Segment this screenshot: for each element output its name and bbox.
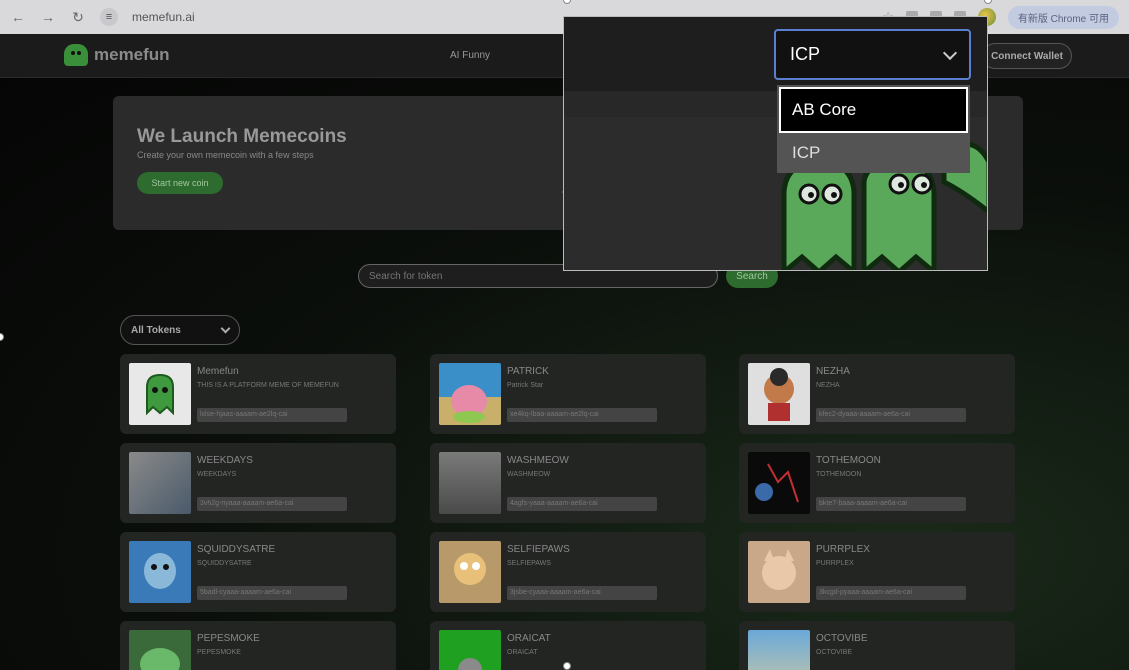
token-name: SQUIDDYSATRE: [197, 544, 276, 555]
token-image: [748, 541, 810, 603]
token-card[interactable]: SELFIEPAWS SELFIEPAWS 3jsbe-cyaaa-aaaam-…: [430, 532, 706, 612]
nav-link-ai-funny[interactable]: AI Funny: [450, 50, 490, 61]
token-image: [439, 452, 501, 514]
token-card[interactable]: NEZHA NEZHA kfec2-dyaaa-aaaam-ae6a-cai: [739, 354, 1015, 434]
token-image: [129, 541, 191, 603]
token-address[interactable]: xe4kq-lbaa-aaaam-ae2lq-cai: [507, 408, 657, 422]
token-name: Memefun: [197, 366, 239, 377]
token-description: Patrick Star: [507, 382, 544, 389]
token-card[interactable]: SQUIDDYSATRE SQUIDDYSATRE 5badl-cyaaa-aa…: [120, 532, 396, 612]
token-image: [129, 630, 191, 670]
logo[interactable]: memefun: [64, 44, 170, 66]
resize-handle[interactable]: [563, 662, 571, 670]
token-description: SQUIDDYSATRE: [197, 560, 252, 567]
hero-subtitle: Create your own memecoin with a few step…: [137, 150, 314, 160]
filter-selected-value: All Tokens: [131, 324, 181, 336]
token-card[interactable]: PATRICK Patrick Star xe4kq-lbaa-aaaam-ae…: [430, 354, 706, 434]
zoom-callout: ICP AB Core ICP: [563, 16, 988, 271]
token-address[interactable]: 3jsbe-cyaaa-aaaam-ae6a-cai: [507, 586, 657, 600]
token-card[interactable]: OCTOVIBE OCTOVIBE: [739, 621, 1015, 670]
forward-icon[interactable]: →: [40, 9, 56, 25]
token-image: [439, 630, 501, 670]
token-name: TOTHEMOON: [816, 455, 881, 466]
token-description: THIS IS A PLATFORM MEME OF MEMEFUN: [197, 382, 339, 389]
token-address[interactable]: 3kcgd-pyaaa-aaaam-ae6a-cai: [816, 586, 966, 600]
token-description: PEPESMOKE: [197, 649, 241, 656]
start-new-coin-button[interactable]: Start new coin: [137, 172, 223, 194]
network-option-ab-core[interactable]: AB Core: [779, 87, 968, 133]
token-image: [748, 452, 810, 514]
token-name: OCTOVIBE: [816, 633, 868, 644]
token-image: [129, 452, 191, 514]
hero-title: We Launch Memecoins: [137, 126, 347, 147]
token-address[interactable]: bkte7-baaa-aaaam-ae6a-cai: [816, 497, 966, 511]
back-icon[interactable]: ←: [10, 9, 26, 25]
token-description: WEEKDAYS: [197, 471, 237, 478]
chrome-update-button[interactable]: 有新版 Chrome 可用: [1007, 5, 1119, 29]
token-image: [129, 363, 191, 425]
network-select[interactable]: ICP: [774, 29, 971, 80]
token-card[interactable]: WEEKDAYS WEEKDAYS 3vh2g-nyaaa-aaaam-ae6a…: [120, 443, 396, 523]
token-card[interactable]: PEPESMOKE PEPESMOKE: [120, 621, 396, 670]
network-option-icp[interactable]: ICP: [779, 135, 968, 171]
token-description: WASHMEOW: [507, 471, 551, 478]
ghost-logo-icon: [64, 44, 88, 66]
token-description: OCTOVIBE: [816, 649, 853, 656]
token-name: ORAICAT: [507, 633, 551, 644]
token-description: PURRPLEX: [816, 560, 854, 567]
token-name: WEEKDAYS: [197, 455, 253, 466]
chevron-down-icon: [220, 323, 231, 334]
token-address[interactable]: 5badl-cyaaa-aaaam-ae6a-cai: [197, 586, 347, 600]
logo-text: memefun: [94, 45, 170, 64]
token-address[interactable]: lxlse-hjaas-aaaam-ae2lq-cai: [197, 408, 347, 422]
network-dropdown-menu: AB Core ICP: [777, 85, 970, 173]
token-card[interactable]: TOTHEMOON TOTHEMOON bkte7-baaa-aaaam-ae6…: [739, 443, 1015, 523]
chevron-down-icon: [942, 45, 958, 61]
token-address[interactable]: kfec2-dyaaa-aaaam-ae6a-cai: [816, 408, 966, 422]
token-card[interactable]: PURRPLEX PURRPLEX 3kcgd-pyaaa-aaaam-ae6a…: [739, 532, 1015, 612]
site-info-icon[interactable]: ≡: [100, 8, 118, 26]
token-description: NEZHA: [816, 382, 840, 389]
token-image: [748, 363, 810, 425]
token-name: PATRICK: [507, 366, 549, 377]
token-address[interactable]: 4agfs-yaaa-aaaam-ae6a-cai: [507, 497, 657, 511]
token-description: SELFIEPAWS: [507, 560, 551, 567]
token-name: NEZHA: [816, 366, 850, 377]
token-name: SELFIEPAWS: [507, 544, 570, 555]
token-image: [439, 541, 501, 603]
token-filter-select[interactable]: All Tokens: [120, 315, 240, 345]
token-card[interactable]: WASHMEOW WASHMEOW 4agfs-yaaa-aaaam-ae6a-…: [430, 443, 706, 523]
token-address[interactable]: 3vh2g-nyaaa-aaaam-ae6a-cai: [197, 497, 347, 511]
token-name: WASHMEOW: [507, 455, 569, 466]
token-image: [439, 363, 501, 425]
token-image: [748, 630, 810, 670]
token-description: ORAICAT: [507, 649, 538, 656]
token-card[interactable]: Memefun THIS IS A PLATFORM MEME OF MEMEF…: [120, 354, 396, 434]
token-name: PEPESMOKE: [197, 633, 260, 644]
token-name: PURRPLEX: [816, 544, 870, 555]
connect-wallet-button[interactable]: Connect Wallet: [982, 43, 1072, 69]
network-selected-value: ICP: [790, 44, 821, 64]
token-description: TOTHEMOON: [816, 471, 862, 478]
reload-icon[interactable]: ↻: [70, 9, 86, 26]
